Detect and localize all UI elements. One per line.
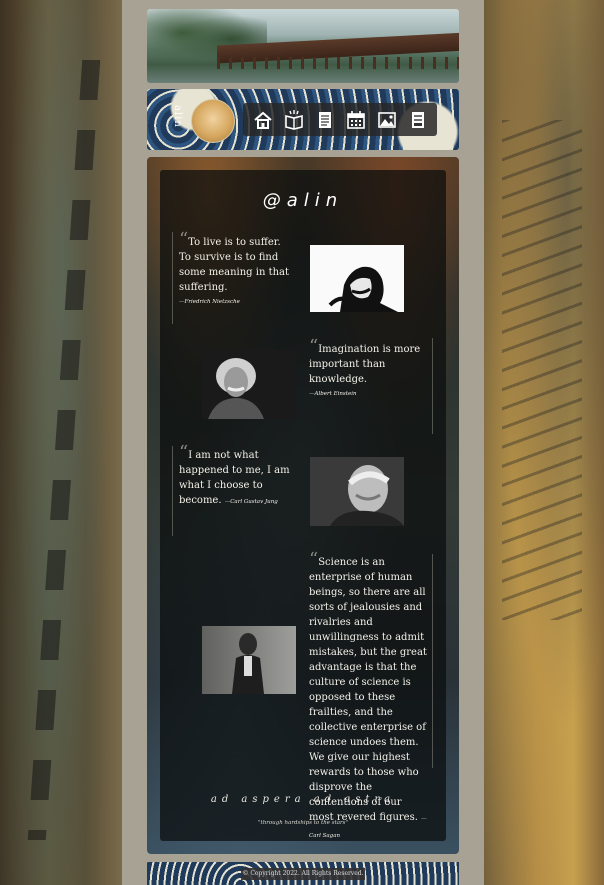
avatar[interactable] <box>191 99 235 143</box>
quote-divider <box>432 554 433 768</box>
quote-text: Imagination is more important than knowl… <box>309 344 421 385</box>
left-background-art <box>0 0 122 885</box>
quote-divider <box>172 446 173 536</box>
page-title: @alin <box>262 190 344 211</box>
sagan-photo <box>202 626 296 694</box>
quote-author: —Albert Einstein <box>309 391 357 397</box>
quote-einstein: “Imagination is more important than know… <box>309 338 421 402</box>
book-open-icon[interactable] <box>284 109 304 130</box>
document-icon[interactable] <box>315 110 335 130</box>
header-banner <box>147 9 459 83</box>
quote-author: —Carl Gustav Jung <box>224 499 278 505</box>
quote-jung: “I am not what happened to me, I am what… <box>179 444 299 510</box>
quote-divider <box>172 232 173 324</box>
quote-nietzsche: “To live is to suffer. To survive is to … <box>179 231 291 310</box>
nav-icons <box>243 103 437 136</box>
home-icon[interactable] <box>253 110 273 130</box>
quote-divider <box>432 338 433 434</box>
right-background-art <box>482 0 604 885</box>
quote-open-icon: “ <box>179 229 189 250</box>
einstein-photo <box>202 350 296 419</box>
quote-text: Science is an enterprise of human beings… <box>309 557 427 823</box>
quote-open-icon: “ <box>309 336 319 357</box>
calendar-icon[interactable] <box>346 110 366 130</box>
nietzsche-photo <box>310 245 404 312</box>
banner-rail <box>217 57 459 69</box>
quote-text: I am not what happened to me, I am what … <box>179 450 290 506</box>
quote-open-icon: “ <box>179 442 189 463</box>
note-icon[interactable] <box>408 110 428 130</box>
quote-text: To live is to suffer. To survive is to f… <box>179 237 290 293</box>
quote-author: —Friedrich Nietzsche <box>179 299 240 305</box>
motto-translation: "through hardships to the stars" <box>257 820 349 826</box>
avatar-label: alin <box>172 105 183 128</box>
copyright-text: © Copyright 2022. All Rights Reserved. <box>241 868 365 880</box>
motto: ad aspera ad astra <box>210 794 396 805</box>
image-icon[interactable] <box>377 110 397 130</box>
jung-photo <box>310 457 404 526</box>
quote-open-icon: “ <box>309 549 319 570</box>
